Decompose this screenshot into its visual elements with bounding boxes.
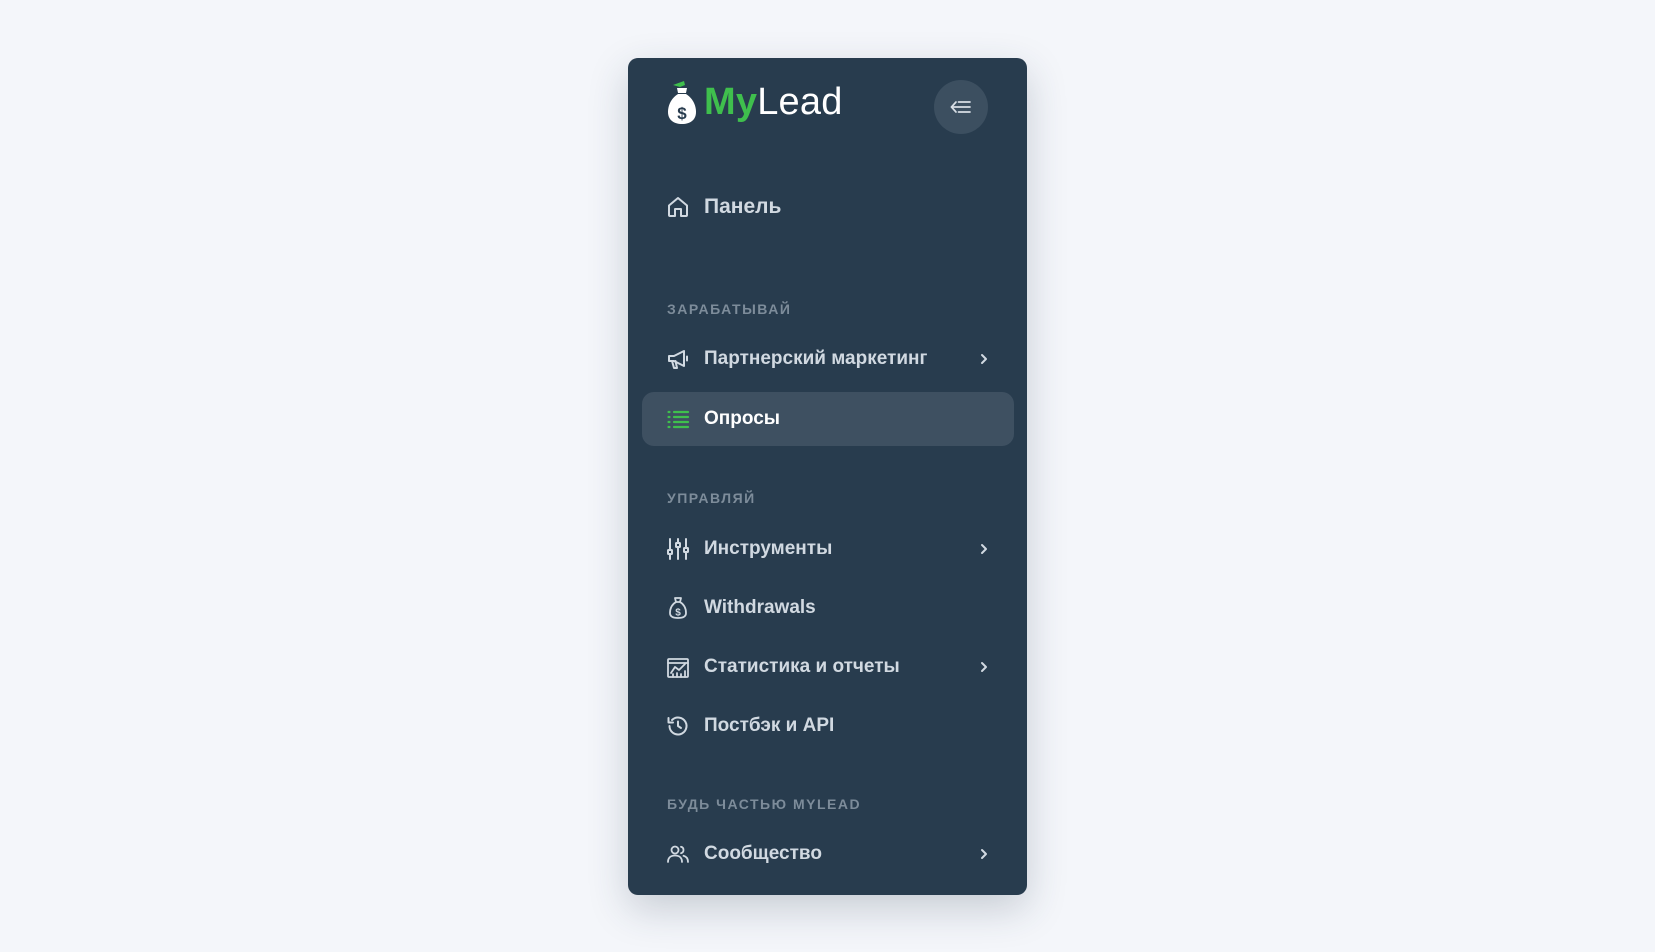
- chevron-right-icon: [978, 661, 990, 673]
- sidebar-item-withdrawals[interactable]: $ Withdrawals: [642, 581, 1014, 635]
- sidebar-item-label: Панель: [704, 195, 782, 218]
- collapse-sidebar-button[interactable]: [934, 80, 988, 134]
- logo-text-my: My: [704, 81, 758, 123]
- megaphone-icon: [666, 347, 690, 371]
- users-icon: [666, 842, 690, 866]
- sidebar-item-label: Постбэк и API: [704, 715, 835, 736]
- page-background: $ MyLead Панель ЗАРАБАТЫВАЙ Партнерский …: [0, 0, 1655, 952]
- sidebar-item-label: Сообщество: [704, 843, 822, 864]
- sidebar-item-postback-api[interactable]: Постбэк и API: [642, 699, 1014, 753]
- chevron-right-icon: [978, 353, 990, 365]
- sidebar-item-label: Партнерский маркетинг: [704, 348, 928, 369]
- sidebar-item-affiliate-marketing[interactable]: Партнерский маркетинг: [642, 332, 1014, 386]
- chart-icon: [666, 655, 690, 679]
- svg-text:$: $: [675, 608, 681, 619]
- money-bag-icon: $: [666, 596, 690, 620]
- sidebar-item-surveys[interactable]: Опросы: [642, 392, 1014, 446]
- logo-text-lead: Lead: [757, 81, 843, 123]
- sidebar-item-tools[interactable]: Инструменты: [642, 522, 1014, 576]
- logo-text: MyLead: [704, 78, 843, 126]
- list-icon: [666, 407, 690, 431]
- collapse-menu-icon: [950, 101, 971, 113]
- section-title-earn: ЗАРАБАТЫВАЙ: [667, 301, 792, 317]
- mylead-logo[interactable]: $ MyLead: [666, 78, 843, 126]
- money-bag-logo-icon: $: [668, 81, 696, 124]
- sidebar-item-label: Инструменты: [704, 538, 833, 559]
- sidebar: $ MyLead Панель ЗАРАБАТЫВАЙ Партнерский …: [628, 58, 1027, 895]
- sidebar-item-community[interactable]: Сообщество: [642, 827, 1014, 881]
- sidebar-item-label: Опросы: [704, 408, 781, 429]
- chevron-right-icon: [978, 848, 990, 860]
- sidebar-item-label: Статистика и отчеты: [704, 656, 900, 677]
- sidebar-item-label: Withdrawals: [704, 597, 816, 618]
- sliders-icon: [666, 537, 690, 561]
- home-icon: [666, 195, 690, 219]
- section-title-community: БУДЬ ЧАСТЬЮ MYLEAD: [667, 796, 862, 812]
- sidebar-item-statistics[interactable]: Статистика и отчеты: [642, 640, 1014, 694]
- sidebar-item-dashboard[interactable]: Панель: [642, 180, 1014, 234]
- chevron-right-icon: [978, 543, 990, 555]
- section-title-manage: УПРАВЛЯЙ: [667, 490, 756, 506]
- history-icon: [666, 714, 690, 738]
- svg-text:$: $: [677, 104, 687, 123]
